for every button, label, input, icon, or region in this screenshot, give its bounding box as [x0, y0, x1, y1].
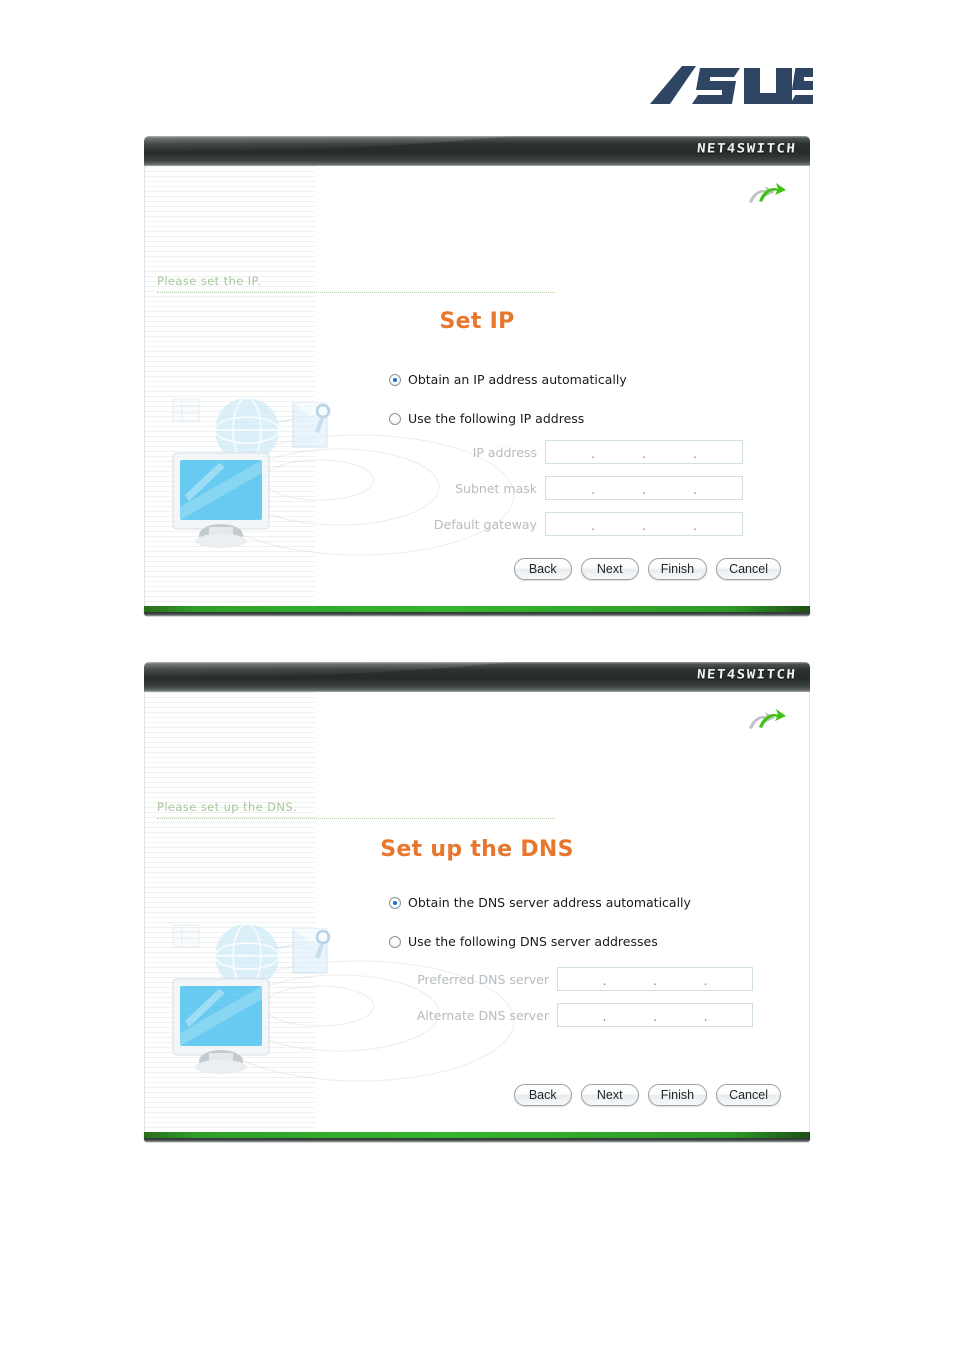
octet-1[interactable] [546, 513, 589, 535]
dialog-titlebar: NET4SWITCH [144, 662, 810, 692]
network-monitor-globe-illustration [159, 901, 549, 1096]
radio-bullet-selected-icon [389, 896, 401, 909]
alternate-dns-input[interactable]: . . . [557, 1003, 753, 1027]
finish-button[interactable]: Finish [647, 558, 708, 580]
back-button[interactable]: Back [513, 1084, 572, 1106]
octet-3[interactable] [648, 477, 691, 499]
decorative-hairlines [145, 166, 315, 606]
refresh-arrow-icon[interactable] [745, 180, 787, 210]
octet-1[interactable] [558, 968, 601, 990]
asus-logo: ® [648, 62, 813, 108]
octet-separator: . [653, 974, 657, 988]
octet-1[interactable] [546, 441, 589, 463]
octet-4[interactable] [699, 513, 742, 535]
dialog-body: Please set up the DNS. Set up the DNS Ob… [144, 692, 810, 1132]
octet-4[interactable] [699, 441, 742, 463]
net4switch-brand-label: NET4SWITCH [696, 141, 797, 157]
radio-label: Use the following IP address [408, 411, 585, 426]
back-button[interactable]: Back [513, 558, 572, 580]
octet-2[interactable] [609, 968, 652, 990]
net4switch-brand-label: NET4SWITCH [696, 667, 797, 683]
dialog-titlebar: NET4SWITCH [144, 136, 810, 166]
instruction-text: Please set up the DNS. [157, 800, 555, 819]
subnet-mask-input[interactable]: . . . [545, 476, 743, 500]
field-subnet-mask: Subnet mask . . . [417, 476, 743, 500]
cancel-button[interactable]: Cancel [716, 558, 781, 580]
titlebar-swoosh [144, 136, 635, 154]
octet-2[interactable] [597, 477, 640, 499]
octet-separator: . [602, 1010, 607, 1024]
octet-1[interactable] [546, 477, 589, 499]
dialog-bottom-shadow [144, 612, 810, 617]
octet-2[interactable] [609, 1004, 652, 1026]
octet-separator: . [653, 1010, 657, 1024]
radio-bullet-selected-icon [389, 373, 401, 386]
preferred-dns-input[interactable]: . . . [557, 967, 753, 991]
decorative-hairlines [145, 692, 315, 1132]
next-button[interactable]: Next [580, 1084, 639, 1106]
finish-button[interactable]: Finish [647, 1084, 708, 1106]
octet-separator: . [703, 974, 708, 988]
radio-label: Obtain an IP address automatically [408, 372, 627, 387]
octet-4[interactable] [710, 968, 753, 990]
radio-label: Obtain the DNS server address automatica… [408, 895, 691, 910]
octet-3[interactable] [648, 441, 691, 463]
octet-2[interactable] [597, 441, 640, 463]
titlebar-swoosh [144, 662, 635, 680]
page-title: Set up the DNS [380, 837, 574, 862]
page-title: Set IP [439, 309, 515, 334]
octet-1[interactable] [558, 1004, 601, 1026]
field-label: Preferred DNS server [417, 971, 549, 987]
octet-separator: . [602, 974, 607, 988]
registered-mark: ® [800, 69, 808, 78]
ip-address-input[interactable]: . . . [545, 440, 743, 464]
default-gateway-input[interactable]: . . . [545, 512, 743, 536]
octet-separator: . [642, 519, 646, 533]
set-ip-dialog: NET4SWITCH Please set the IP. Set IP Obt… [144, 136, 810, 617]
octet-separator: . [693, 483, 697, 497]
octet-4[interactable] [699, 477, 742, 499]
field-label: Default gateway [433, 516, 537, 532]
cancel-button[interactable]: Cancel [716, 1084, 781, 1106]
field-label: IP address [472, 444, 537, 460]
octet-3[interactable] [648, 513, 691, 535]
octet-separator: . [642, 447, 646, 461]
dialog-button-bar: Back Next Finish Cancel [513, 1084, 781, 1106]
field-alternate-dns-server: Alternate DNS server . . . [397, 1003, 753, 1027]
dialog-green-footer [144, 1132, 810, 1138]
field-label: Alternate DNS server [416, 1007, 549, 1023]
field-preferred-dns-server: Preferred DNS server . . . [397, 967, 753, 991]
radio-bullet-icon [389, 412, 401, 425]
radio-use-following-ip[interactable]: Use the following IP address [389, 411, 584, 426]
octet-separator: . [591, 483, 595, 497]
octet-separator: . [693, 519, 697, 533]
octet-2[interactable] [597, 513, 640, 535]
radio-obtain-ip-automatically[interactable]: Obtain an IP address automatically [389, 372, 627, 387]
radio-bullet-icon [389, 935, 401, 948]
network-monitor-globe-illustration [159, 375, 549, 570]
radio-obtain-dns-automatically[interactable]: Obtain the DNS server address automatica… [389, 895, 691, 910]
dialog-green-footer [144, 606, 810, 612]
dialog-bottom-shadow [144, 1138, 810, 1143]
field-ip-address: IP address . . . [417, 440, 743, 464]
octet-separator: . [693, 447, 697, 461]
refresh-arrow-icon[interactable] [745, 706, 787, 736]
dialog-body: Please set the IP. Set IP Obtain an IP a… [144, 166, 810, 606]
octet-separator: . [703, 1010, 708, 1024]
next-button[interactable]: Next [580, 558, 639, 580]
octet-separator: . [591, 447, 595, 461]
octet-3[interactable] [659, 968, 702, 990]
octet-separator: . [642, 483, 646, 497]
field-default-gateway: Default gateway . . . [417, 512, 743, 536]
dialog-button-bar: Back Next Finish Cancel [513, 558, 781, 580]
field-label: Subnet mask [455, 480, 537, 496]
instruction-text: Please set the IP. [157, 274, 555, 293]
octet-4[interactable] [710, 1004, 753, 1026]
radio-label: Use the following DNS server addresses [408, 934, 658, 949]
octet-separator: . [591, 519, 595, 533]
set-up-dns-dialog: NET4SWITCH Please set up the DNS. Set up… [144, 662, 810, 1143]
octet-3[interactable] [659, 1004, 702, 1026]
radio-use-following-dns[interactable]: Use the following DNS server addresses [389, 934, 658, 949]
